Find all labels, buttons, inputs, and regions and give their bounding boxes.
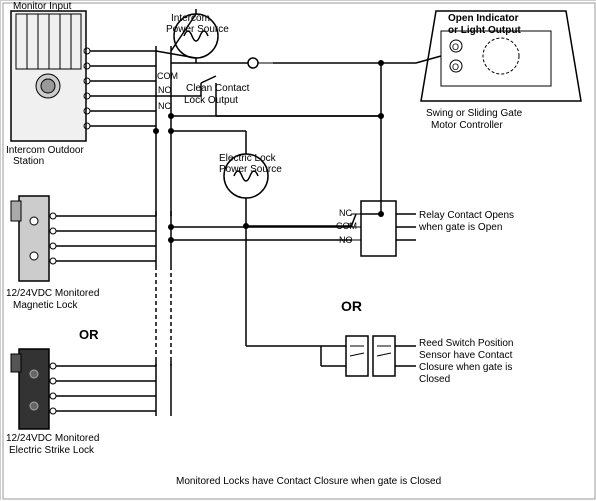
svg-text:Closed: Closed [419, 374, 450, 385]
svg-text:Relay Contact Opens: Relay Contact Opens [419, 210, 514, 221]
svg-text:when gate is Open: when gate is Open [418, 222, 502, 233]
svg-text:Sensor have Contact: Sensor have Contact [419, 350, 513, 361]
svg-text:Power Source: Power Source [166, 24, 229, 35]
svg-text:NC: NC [158, 101, 171, 111]
svg-text:Power Source: Power Source [219, 164, 282, 175]
svg-text:NO: NO [158, 85, 172, 95]
svg-text:Open Indicator: Open Indicator [448, 13, 519, 24]
svg-text:12/24VDC Monitored: 12/24VDC Monitored [6, 288, 99, 299]
svg-text:Electric Strike Lock: Electric Strike Lock [9, 445, 95, 456]
svg-text:O: O [452, 42, 459, 52]
svg-text:COM: COM [157, 71, 178, 81]
svg-text:Magnetic Lock: Magnetic Lock [13, 300, 78, 311]
svg-text:Electric Lock: Electric Lock [219, 153, 277, 164]
svg-text:Motor Controller: Motor Controller [431, 120, 503, 131]
svg-text:Closure when gate is: Closure when gate is [419, 362, 512, 373]
svg-text:OR: OR [79, 327, 99, 342]
svg-text:O: O [452, 62, 459, 72]
wiring-diagram: Monitor Input Intercom Outdoor Station I… [0, 0, 596, 500]
svg-text:Reed Switch Position: Reed Switch Position [419, 338, 514, 349]
svg-text:Clean Contact: Clean Contact [186, 83, 250, 94]
intercom-outdoor-station-label: Intercom Outdoor [6, 145, 84, 156]
svg-text:Swing or Sliding Gate: Swing or Sliding Gate [426, 108, 523, 119]
svg-text:12/24VDC Monitored: 12/24VDC Monitored [6, 433, 99, 444]
bottom-note: Monitored Locks have Contact Closure whe… [176, 476, 441, 487]
monitor-input-label: Monitor Input [13, 1, 72, 12]
svg-text:NC: NC [339, 208, 352, 218]
svg-text:OR: OR [341, 298, 362, 314]
intercom-outdoor-station-label2: Station [13, 156, 44, 167]
svg-text:COM: COM [336, 221, 357, 231]
svg-text:or Light Output: or Light Output [448, 25, 521, 36]
